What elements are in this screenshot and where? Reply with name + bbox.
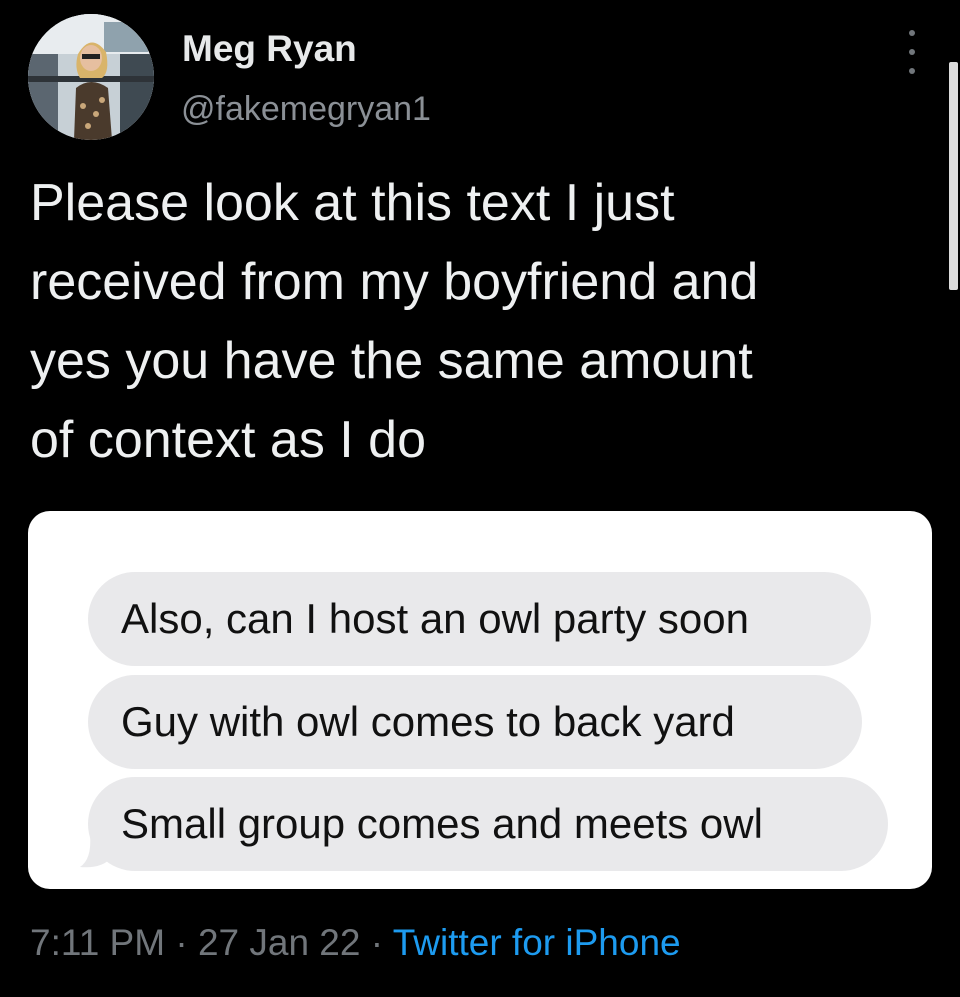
tweet-text-line: of context as I do [30, 411, 427, 469]
meta-separator: · [165, 922, 198, 963]
tweet-date[interactable]: 27 Jan 22 [198, 922, 361, 963]
tweet-text-line: received from my boyfriend and [30, 253, 759, 311]
more-dot [909, 68, 915, 74]
tweet-source-link[interactable]: Twitter for iPhone [393, 922, 681, 963]
scrollbar[interactable] [949, 62, 958, 290]
author-handle[interactable]: @fakemegryan1 [181, 90, 431, 129]
tweet-text: Please look at this text I just received… [30, 164, 930, 480]
tweet-metadata: 7:11 PM · 27 Jan 22 · Twitter for iPhone [30, 922, 681, 964]
more-dot [909, 49, 915, 55]
author-avatar[interactable] [28, 14, 154, 140]
tweet-media-image[interactable]: Also, can I host an owl party soon Guy w… [28, 511, 932, 889]
message-bubble: Guy with owl comes to back yard [88, 675, 862, 769]
author-name[interactable]: Meg Ryan [182, 28, 357, 70]
more-dot [909, 30, 915, 36]
message-bubble: Small group comes and meets owl [88, 777, 888, 871]
tweet: Meg Ryan @fakemegryan1 Please look at th… [0, 0, 960, 997]
more-options-icon[interactable] [900, 30, 924, 74]
tweet-time[interactable]: 7:11 PM [30, 922, 165, 963]
message-bubble: Also, can I host an owl party soon [88, 572, 871, 666]
meta-separator: · [360, 922, 393, 963]
avatar-photo-icon [28, 14, 154, 140]
bubble-tail-icon [80, 827, 112, 868]
tweet-text-line: Please look at this text I just [30, 174, 675, 232]
tweet-text-line: yes you have the same amount [30, 332, 753, 390]
